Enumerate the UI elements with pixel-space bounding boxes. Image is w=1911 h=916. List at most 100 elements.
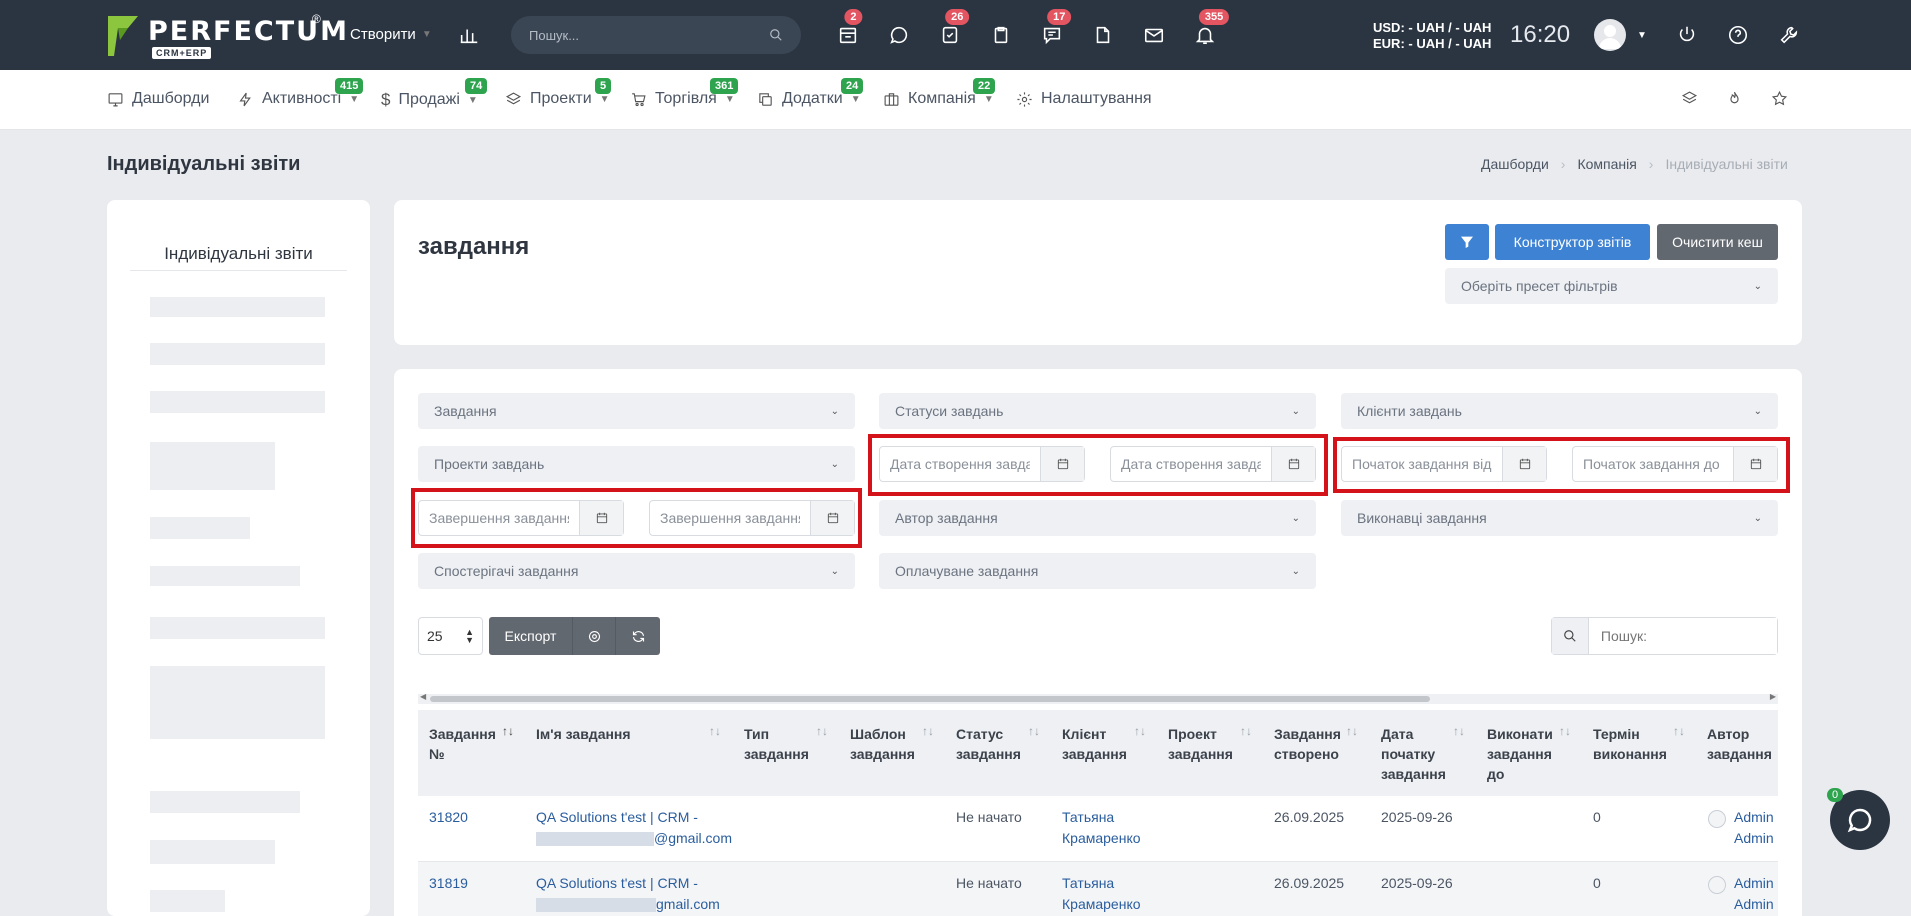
nav-activities[interactable]: Активності ▼ 415 — [237, 78, 364, 108]
column-header-id[interactable]: Завдання № — [429, 724, 499, 764]
sort-icon[interactable]: ↑↓ — [502, 724, 514, 738]
table-search[interactable] — [1551, 617, 1778, 655]
column-header-start[interactable]: Дата початку завдання — [1381, 724, 1451, 784]
sort-icon[interactable]: ↑↓ — [816, 724, 828, 738]
sort-icon[interactable]: ↑↓ — [1028, 724, 1040, 738]
help-icon[interactable] — [1724, 21, 1752, 49]
task-client-link[interactable]: Татьяна Крамаренко — [1062, 873, 1141, 915]
horizontal-scrollbar[interactable]: ◀ ▶ — [418, 692, 1778, 704]
nav-dashboards[interactable]: Дашборди — [107, 90, 209, 108]
page-size-select[interactable]: 25 ▲ ▼ — [418, 617, 483, 655]
sort-icon[interactable]: ↑↓ — [1240, 724, 1252, 738]
sidebar-item[interactable] — [150, 890, 225, 912]
task-name-link[interactable]: QA Solutions t'est | CRM - gmail.com — [536, 873, 736, 915]
refresh-icon — [632, 630, 644, 642]
column-header-name[interactable]: Ім'я завдання — [536, 724, 696, 744]
filter-button[interactable] — [1445, 224, 1489, 260]
sidebar-item[interactable] — [150, 666, 325, 739]
breadcrumb-dashboards[interactable]: Дашборди — [1481, 156, 1549, 172]
sort-icon[interactable]: ↑↓ — [1673, 724, 1685, 738]
user-avatar[interactable] — [1594, 19, 1626, 51]
nav-trade[interactable]: Торгівля ▼ 361 — [630, 78, 739, 108]
global-search-input[interactable] — [529, 27, 729, 43]
column-header-template[interactable]: Шаблон завдання — [850, 724, 920, 764]
sidebar-item[interactable] — [150, 442, 275, 490]
column-header-created[interactable]: Завдання створено — [1274, 724, 1344, 764]
executors-filter[interactable]: Виконавці завдання ⌄ — [1341, 500, 1778, 536]
logo-icon[interactable] — [106, 14, 140, 58]
sidebar-item[interactable] — [150, 297, 325, 317]
chat-icon[interactable] — [885, 21, 913, 49]
scroll-right-icon[interactable]: ▶ — [1770, 692, 1776, 701]
sort-icon[interactable]: ↑↓ — [709, 724, 721, 738]
currency-eur: EUR: - UAH / - UAH — [1373, 36, 1492, 51]
sort-icon[interactable]: ↑↓ — [1134, 724, 1146, 738]
column-header-status[interactable]: Статус завдання — [956, 724, 1026, 764]
power-icon[interactable] — [1673, 21, 1701, 49]
sort-icon[interactable]: ↑↓ — [922, 724, 934, 738]
refresh-button[interactable] — [616, 617, 660, 655]
main-nav: Дашборди Активності ▼ 415 $ Продажі ▼ 74… — [0, 70, 1911, 130]
table-search-input[interactable] — [1588, 618, 1777, 654]
sidebar-item[interactable] — [150, 391, 325, 413]
bell-icon[interactable]: 355 — [1191, 9, 1230, 49]
sidebar-item[interactable] — [150, 517, 250, 539]
wrench-icon[interactable] — [1775, 21, 1803, 49]
sidebar-item[interactable] — [150, 617, 325, 639]
column-settings-button[interactable] — [573, 617, 616, 655]
column-header-project[interactable]: Проект завдання — [1168, 724, 1238, 764]
author-filter[interactable]: Автор завдання ⌄ — [879, 500, 1316, 536]
nav-apps[interactable]: Додатки ▼ 24 — [757, 78, 864, 108]
task-id-link[interactable]: 31820 — [429, 807, 468, 828]
tasks-filter[interactable]: Завдання ⌄ — [418, 393, 855, 429]
clear-cache-button[interactable]: Очистити кеш — [1657, 224, 1778, 260]
report-constructor-button[interactable]: Конструктор звітів — [1495, 224, 1650, 260]
mail-icon[interactable] — [1140, 21, 1168, 49]
column-header-type[interactable]: Тип завдання — [744, 724, 809, 764]
projects-filter[interactable]: Проекти завдань ⌄ — [418, 446, 855, 482]
task-author-link[interactable]: Admin Admin — [1734, 807, 1774, 849]
column-header-client[interactable]: Клієнт завдання — [1062, 724, 1132, 764]
user-menu-chevron-icon[interactable]: ▼ — [1637, 30, 1647, 41]
column-header-term[interactable]: Термін виконання — [1593, 724, 1673, 764]
nav-projects[interactable]: Проекти ▼ 5 — [505, 78, 612, 108]
paid-filter[interactable]: Оплачуване завдання ⌄ — [879, 553, 1316, 589]
create-menu-button[interactable]: Створити ▼ — [350, 26, 432, 43]
column-header-due[interactable]: Виконати завдання до — [1487, 724, 1557, 784]
sort-icon[interactable]: ↑↓ — [1346, 724, 1358, 738]
export-button[interactable]: Експорт — [489, 617, 573, 655]
task-id-link[interactable]: 31819 — [429, 873, 468, 894]
sidebar-item[interactable] — [150, 840, 275, 864]
nav-company[interactable]: Компанія ▼ 22 — [883, 78, 996, 108]
sidebar-item[interactable] — [150, 791, 300, 813]
sidebar-item[interactable] — [150, 343, 325, 365]
document-icon[interactable] — [1089, 21, 1117, 49]
tasks-check-icon[interactable]: 26 — [936, 9, 970, 49]
statuses-filter[interactable]: Статуси завдань ⌄ — [879, 393, 1316, 429]
sort-icon[interactable]: ↑↓ — [1559, 724, 1571, 738]
layers-toggle-icon[interactable] — [1681, 90, 1698, 107]
sort-icon[interactable]: ↑↓ — [1453, 724, 1465, 738]
fire-icon[interactable] — [1726, 90, 1743, 107]
nav-settings[interactable]: Налаштування — [1016, 90, 1152, 108]
calendar-tasks-icon[interactable]: 2 — [834, 9, 863, 49]
nav-sales[interactable]: $ Продажі ▼ 74 — [381, 78, 488, 110]
chat-badge: 0 — [1827, 788, 1844, 802]
clients-filter[interactable]: Клієнти завдань ⌄ — [1341, 393, 1778, 429]
global-search[interactable] — [511, 16, 801, 54]
breadcrumb-company[interactable]: Компанія — [1577, 156, 1636, 172]
clipboard-icon[interactable] — [987, 21, 1015, 49]
analytics-icon[interactable] — [455, 21, 483, 49]
star-icon[interactable] — [1771, 90, 1788, 107]
task-author-link[interactable]: Admin Admin — [1734, 873, 1774, 915]
filter-preset-select[interactable]: Оберіть пресет фільтрів ⌄ — [1445, 268, 1778, 304]
task-name-link[interactable]: QA Solutions t'est | CRM - @gmail.com — [536, 807, 736, 849]
comments-icon[interactable]: 17 — [1038, 9, 1072, 49]
notifications-badge: 355 — [1198, 9, 1230, 25]
task-client-link[interactable]: Татьяна Крамаренко — [1062, 807, 1141, 849]
scroll-left-icon[interactable]: ◀ — [420, 692, 426, 701]
column-header-author[interactable]: Автор завдання — [1707, 724, 1777, 764]
sidebar-item[interactable] — [150, 566, 300, 586]
observers-filter[interactable]: Спостерігачі завдання ⌄ — [418, 553, 855, 589]
scrollbar-thumb[interactable] — [430, 696, 1430, 702]
